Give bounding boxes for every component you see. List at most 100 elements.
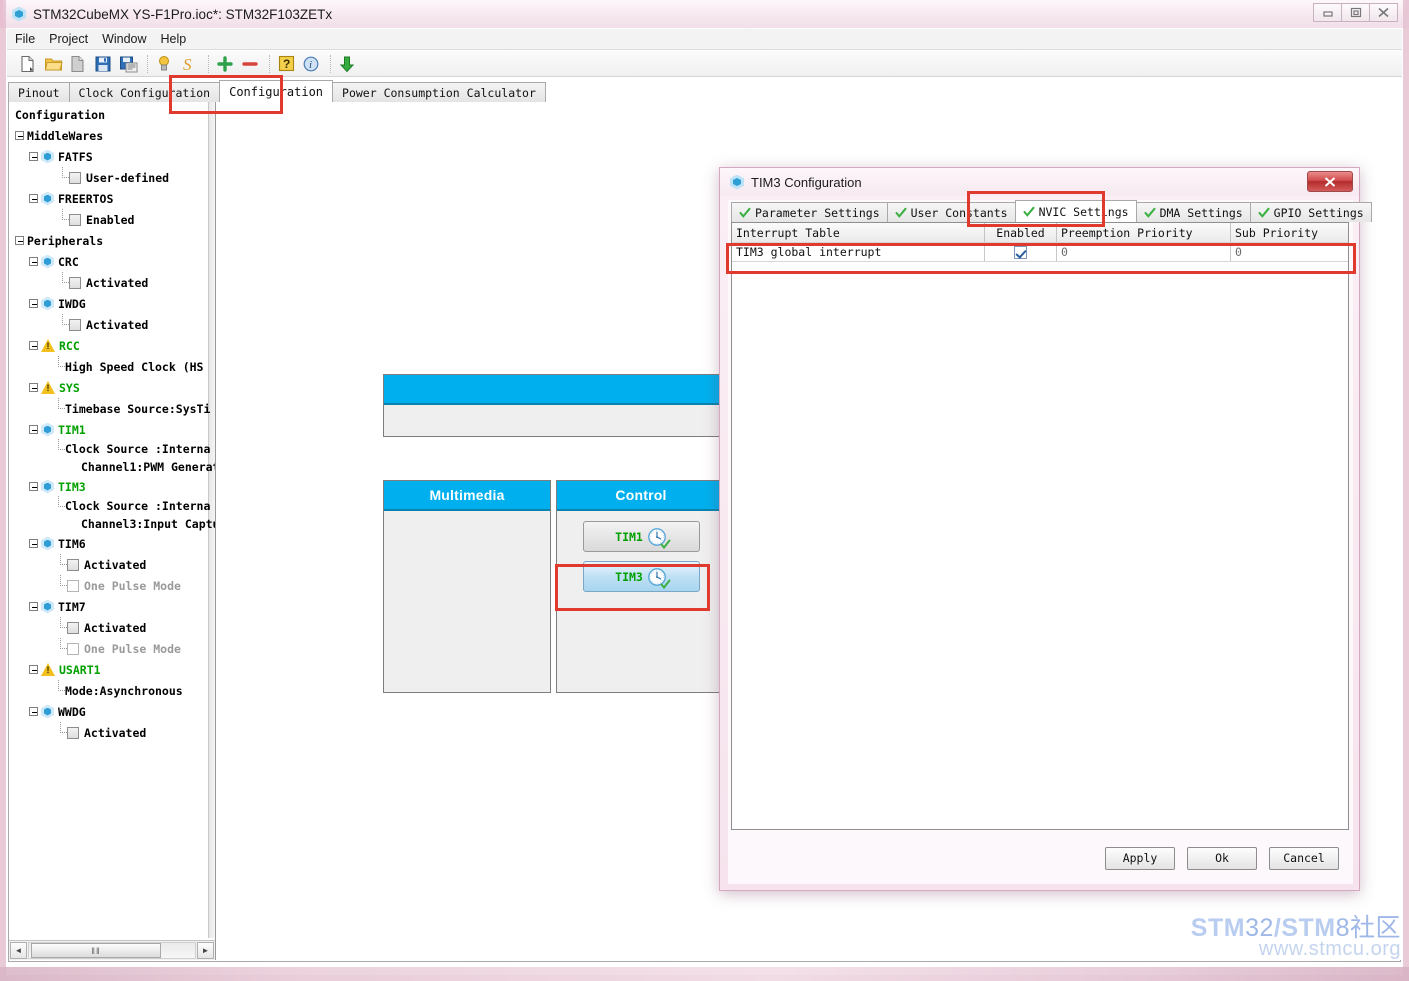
tree-item-peripherals[interactable]: Peripherals [9,230,209,251]
tree-item-tim1[interactable]: TIM1 [9,419,209,440]
tab-configuration[interactable]: Configuration [219,80,334,102]
collapse-icon[interactable] [29,341,38,350]
sidebar-horizontal-scrollbar[interactable]: ◄ ‖‖ ► [9,940,215,960]
tree-item-tim7-one-pulse-mode[interactable]: One Pulse Mode [9,638,209,659]
tab-pinout[interactable]: Pinout [8,82,70,102]
tab-clock-configuration[interactable]: Clock Configuration [68,82,221,102]
dialog-tab-gpio-settings[interactable]: GPIO Settings [1249,202,1372,222]
tree-item-iwdg[interactable]: IWDG [9,293,209,314]
tree-item-sys[interactable]: SYS [9,377,209,398]
checkbox-one-pulse-mode[interactable] [67,642,79,655]
tree-item-usart1[interactable]: USART1 [9,659,209,680]
open-project-icon[interactable] [42,53,64,75]
close-button[interactable] [1369,3,1398,22]
ip-button-tim3[interactable]: TIM3 [582,561,700,592]
checkbox-enabled[interactable] [69,213,81,226]
zoom-in-icon[interactable] [214,53,236,75]
tree-item-middlewares[interactable]: MiddleWares [9,125,209,146]
tree-item-crc[interactable]: CRC [9,251,209,272]
scroll-right-arrow-icon[interactable]: ► [197,942,214,959]
tree-item-freertos[interactable]: FREERTOS [9,188,209,209]
collapse-icon[interactable] [15,131,24,140]
menu-help[interactable]: Help [161,32,187,46]
about-icon[interactable]: i [300,53,322,75]
tree-item-tim1-channel1[interactable]: Channel1:PWM Generatio [9,458,215,476]
dialog-tab-parameter-settings[interactable]: Parameter Settings [731,202,888,222]
column-header-preemption-priority[interactable]: Preemption Priority [1057,223,1231,242]
collapse-icon[interactable] [29,152,38,161]
ok-button[interactable]: Ok [1187,846,1257,870]
script-icon[interactable]: S [178,53,200,75]
dialog-tab-user-constants[interactable]: User Constants [886,202,1016,222]
checkbox-activated[interactable] [69,276,81,289]
collapse-icon[interactable] [29,299,38,308]
collapse-icon[interactable] [29,602,38,611]
tree-item-tim3[interactable]: TIM3 [9,476,209,497]
zoom-out-icon[interactable] [239,53,261,75]
collapse-icon[interactable] [29,665,38,674]
collapse-icon[interactable] [29,383,38,392]
tree-item-enabled[interactable]: Enabled [9,209,209,230]
menu-file[interactable]: File [15,32,35,46]
checkbox-activated[interactable] [67,726,79,739]
tree-item-rcc-high-speed-clock[interactable]: High Speed Clock (HS [9,356,209,377]
column-header-interrupt-table[interactable]: Interrupt Table [732,223,985,242]
tree-item-rcc[interactable]: RCC [9,335,209,356]
column-header-sub-priority[interactable]: Sub Priority [1231,223,1348,242]
tree-item-tim3-clock-source[interactable]: Clock Source :Interna [9,495,210,515]
dialog-tab-nvic-settings[interactable]: NVIC Settings [1014,200,1137,222]
menu-window[interactable]: Window [102,32,146,46]
collapse-icon[interactable] [15,236,24,245]
tree-item-user-defined[interactable]: User-defined [9,167,209,188]
ip-button-tim1[interactable]: TIM1 [582,521,700,552]
tree-item-wwdg[interactable]: WWDG [9,701,209,722]
tree-item-tim7-activated[interactable]: Activated [9,617,209,638]
checkbox-user-defined[interactable] [69,171,81,184]
dialog-close-button[interactable] [1307,171,1353,192]
checkbox-activated[interactable] [69,318,81,331]
tree-item-tim1-clock-source[interactable]: Clock Source :Interna [9,438,210,458]
maximize-button[interactable] [1341,3,1370,22]
tab-power-consumption-calculator[interactable]: Power Consumption Calculator [332,82,546,102]
cell-sub-priority[interactable]: 0 [1231,243,1348,261]
collapse-icon[interactable] [29,539,38,548]
new-project-icon[interactable] [17,53,39,75]
checkbox-interrupt-enabled[interactable] [1014,245,1027,259]
tree-item-tim6-one-pulse-mode[interactable]: One Pulse Mode [9,575,209,596]
collapse-icon[interactable] [29,194,38,203]
cancel-button[interactable]: Cancel [1269,846,1339,870]
tree-item-tim3-channel3[interactable]: Channel3:Input Capture [9,515,215,533]
save-as-icon[interactable] [117,53,139,75]
generate-report-icon[interactable] [153,53,175,75]
column-header-enabled[interactable]: Enabled [985,223,1057,242]
tree-item-sys-timebase-source[interactable]: Timebase Source:SysTi [9,398,210,419]
collapse-icon[interactable] [29,707,38,716]
cell-enabled[interactable] [985,243,1057,261]
tree-item-tim6-activated[interactable]: Activated [9,554,209,575]
tree-item-wwdg-activated[interactable]: Activated [9,722,209,743]
tree-item-fatfs[interactable]: FATFS [9,146,209,167]
tree-item-usart1-mode[interactable]: Mode:Asynchronous [9,680,209,701]
tree-item-crc-activated[interactable]: Activated [9,272,209,293]
save-icon[interactable] [92,53,114,75]
tree-item-tim7[interactable]: TIM7 [9,596,209,617]
table-row[interactable]: TIM3 global interrupt 0 0 [732,242,1348,262]
scroll-track[interactable]: ‖‖ [28,942,196,959]
checkbox-activated[interactable] [67,558,79,571]
dialog-tab-dma-settings[interactable]: DMA Settings [1135,202,1251,222]
generate-code-icon[interactable] [336,53,358,75]
minimize-button[interactable] [1313,3,1342,22]
tree-item-tim6[interactable]: TIM6 [9,533,209,554]
tree-item-iwdg-activated[interactable]: Activated [9,314,209,335]
checkbox-one-pulse-mode[interactable] [67,579,79,592]
copy-icon[interactable] [67,53,89,75]
menu-project[interactable]: Project [49,32,88,46]
collapse-icon[interactable] [29,425,38,434]
checkbox-activated[interactable] [67,621,79,634]
scroll-left-arrow-icon[interactable]: ◄ [10,942,27,959]
collapse-icon[interactable] [29,257,38,266]
help-icon[interactable]: ? [275,53,297,75]
collapse-icon[interactable] [29,482,38,491]
apply-button[interactable]: Apply [1105,846,1175,870]
cell-preemption-priority[interactable]: 0 [1057,243,1231,261]
